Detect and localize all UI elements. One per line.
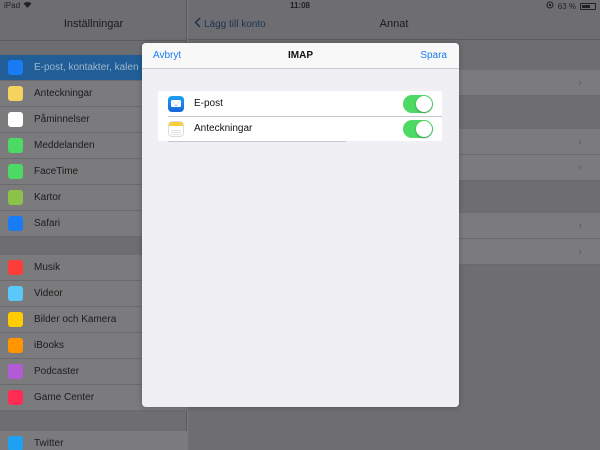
sidebar-item-label: E-post, kontakter, kalen <box>34 62 139 73</box>
battery-percent: 63 % <box>557 1 576 11</box>
chevron-right-icon: › <box>578 162 582 174</box>
modal-title: IMAP <box>288 50 313 61</box>
sidebar-item-label: Videor <box>34 288 63 299</box>
reminders-icon <box>8 112 23 127</box>
status-bar: iPad 11:08 63 % <box>0 0 600 12</box>
imap-modal: Avbryt IMAP Spara E-post Anteckningar <box>142 43 459 407</box>
music-icon <box>8 260 23 275</box>
twitter-icon <box>8 436 23 450</box>
photos-icon <box>8 312 23 327</box>
chevron-right-icon: › <box>578 220 582 232</box>
divider <box>168 141 346 142</box>
sidebar-item-label: iBooks <box>34 340 65 351</box>
rotation-lock-icon <box>546 1 554 11</box>
chevron-right-icon: › <box>578 136 582 148</box>
safari-icon <box>8 216 23 231</box>
status-time: 11:08 <box>289 1 311 10</box>
mail-icon <box>168 95 184 112</box>
detail-title: Annat <box>379 18 409 30</box>
battery-level <box>582 4 590 8</box>
notes-icon <box>8 86 23 101</box>
sidebar-item-label: Safari <box>34 218 61 229</box>
save-button[interactable]: Spara <box>420 50 447 61</box>
sidebar-item-label: FaceTime <box>34 166 79 177</box>
sidebar-item-label: Påminnelser <box>34 114 90 125</box>
sidebar-item-label: Musik <box>34 262 61 273</box>
mail-toggle[interactable] <box>403 94 433 113</box>
modal-nav-bar: Avbryt IMAP Spara <box>142 43 459 69</box>
messages-icon <box>8 138 23 153</box>
sidebar-group-3: Twitter <box>0 431 187 450</box>
battery-icon <box>580 2 596 10</box>
gamecenter-icon <box>8 390 23 405</box>
sidebar-item-label: Twitter <box>34 438 64 449</box>
mail-icon <box>8 60 23 75</box>
divider <box>0 40 187 41</box>
maps-icon <box>8 190 23 205</box>
sidebar-item[interactable]: Twitter <box>0 431 187 450</box>
ibooks-icon <box>8 338 23 353</box>
chevron-right-icon: › <box>578 77 582 89</box>
list-item-label: Anteckningar <box>194 123 253 134</box>
status-right: 63 % <box>546 1 596 11</box>
toggle-knob <box>416 95 432 112</box>
detail-nav-bar: Lägg till konto Annat <box>188 12 600 40</box>
list-item-notes: Anteckningar <box>158 116 442 141</box>
podcasts-icon <box>8 364 23 379</box>
toggle-knob <box>416 120 432 137</box>
notes-icon <box>168 120 184 137</box>
sidebar-item-label: Kartor <box>34 192 62 203</box>
sidebar-title: Inställningar <box>63 18 124 30</box>
videos-icon <box>8 286 23 301</box>
list-item-mail: E-post <box>158 91 442 116</box>
list-item-label: E-post <box>194 98 223 109</box>
notes-toggle[interactable] <box>403 119 433 138</box>
sidebar-item-label: Bilder och Kamera <box>34 314 117 325</box>
facetime-icon <box>8 164 23 179</box>
sidebar-item-label: Game Center <box>34 392 95 403</box>
sidebar-item-label: Meddelanden <box>34 140 95 151</box>
sidebar-item-label: Anteckningar <box>34 88 93 99</box>
sidebar-item-label: Podcaster <box>34 366 80 377</box>
sync-options-list: E-post Anteckningar <box>158 91 442 142</box>
chevron-right-icon: › <box>578 246 582 258</box>
